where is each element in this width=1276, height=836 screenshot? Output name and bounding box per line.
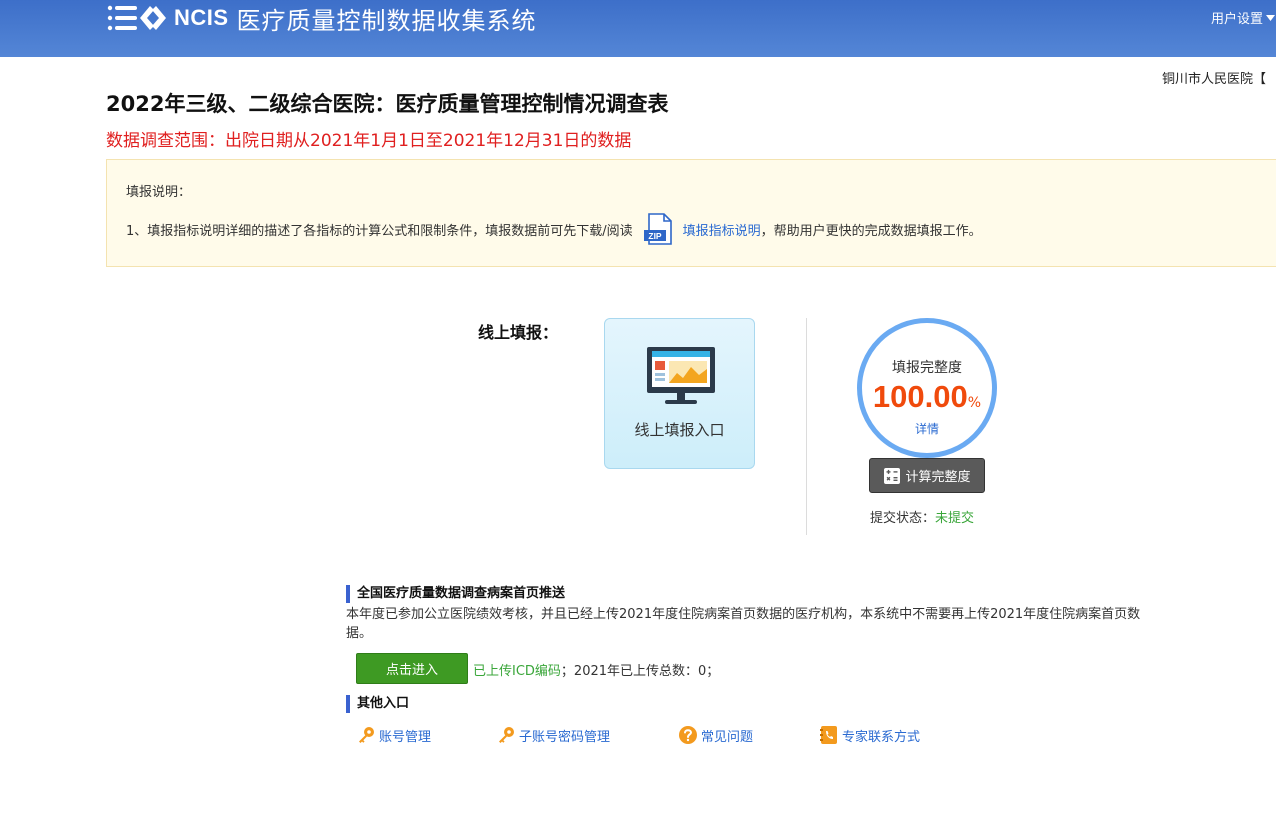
calculate-completeness-label: 计算完整度 (905, 470, 971, 485)
submit-status-value: 未提交 (935, 511, 975, 526)
faq-label: 常见问题 (701, 729, 754, 745)
expert-contact-label: 专家联系方式 (842, 729, 921, 745)
completeness-value: 100.00% (862, 379, 992, 415)
online-entry-label: 线上填报入口 (634, 421, 725, 439)
submit-status-label: 提交状态： (870, 511, 936, 526)
ncis-logo-icon (107, 5, 166, 31)
notice-box: 填报说明： 1、填报指标说明详细的描述了各指标的计算公式和限制条件，填报数据前可… (106, 159, 1276, 267)
completeness-ring: 填报完整度 100.00% 详情 (857, 318, 997, 458)
data-scope: 数据调查范围：出院日期从2021年1月1日至2021年12月31日的数据 (106, 131, 632, 151)
push-section-title: 全国医疗质量数据调查病案首页推送 (346, 585, 565, 603)
calculator-icon (884, 467, 901, 484)
vertical-divider (806, 318, 807, 535)
indicator-guide-link[interactable]: 填报指标说明 (683, 220, 761, 239)
app-logo[interactable]: NCIS 医疗质量控制数据收集系统 (106, 0, 537, 36)
completeness-label: 填报完整度 (892, 360, 962, 376)
chevron-down-icon (1266, 14, 1276, 21)
question-icon (679, 726, 697, 744)
notice-title: 填报说明： (126, 185, 192, 200)
upload-info: 已上传ICD编码；2021年已上传总数：0； (473, 660, 719, 679)
key-icon (499, 727, 514, 743)
completeness-detail-link[interactable]: 详情 (862, 420, 992, 437)
sub-account-password-label: 子账号密码管理 (519, 729, 611, 745)
upload-summary: ；2021年已上传总数：0； (560, 664, 720, 679)
monitor-icon (647, 347, 715, 404)
user-settings-menu[interactable]: 用户设置 (1211, 8, 1276, 27)
online-entry-button[interactable]: 线上填报入口 (604, 318, 755, 469)
expert-contact-link[interactable]: 专家联系方式 (819, 725, 920, 745)
logo-ncis-text: NCIS (174, 5, 229, 30)
push-section-description: 本年度已参加公立医院绩效考核，并且已经上传2021年度住院病案首页数据的医疗机构… (346, 607, 1141, 641)
notice-line: 1、填报指标说明详细的描述了各指标的计算公式和限制条件，填报数据前可先下载/阅读… (126, 213, 982, 245)
top-header: NCIS 医疗质量控制数据收集系统 用户设置 (0, 0, 1276, 57)
completeness-unit: % (967, 395, 982, 411)
account-management-label: 账号管理 (379, 729, 432, 745)
phone-book-icon (820, 726, 837, 744)
faq-link[interactable]: 常见问题 (678, 725, 753, 745)
zip-label: ZIP (648, 231, 662, 241)
notice-line-suffix: ，帮助用户更快的完成数据填报工作。 (760, 223, 982, 239)
other-section-title: 其他入口 (346, 695, 409, 713)
uploaded-icd-link[interactable]: 已上传ICD编码 (473, 664, 561, 679)
page-title: 2022年三级、二级综合医院：医疗质量管理控制情况调查表 (106, 92, 669, 116)
completeness-number: 100.00 (872, 379, 968, 414)
calculate-completeness-button[interactable]: 计算完整度 (869, 458, 985, 493)
online-fill-label: 线上填报： (478, 323, 559, 342)
system-title: 医疗质量控制数据收集系统 (236, 6, 537, 35)
sub-account-password-link[interactable]: 子账号密码管理 (496, 725, 610, 745)
submit-status: 提交状态：未提交 (870, 507, 974, 526)
enter-button[interactable]: 点击进入 (356, 653, 468, 684)
zip-file-icon[interactable]: ZIP (643, 213, 673, 245)
notice-line-prefix: 1、填报指标说明详细的描述了各指标的计算公式和限制条件，填报数据前可先下载/阅读 (126, 223, 633, 239)
user-settings-label: 用户设置 (1211, 12, 1264, 27)
hospital-name: 铜川市人民医院【 (1162, 72, 1267, 87)
account-management-link[interactable]: 账号管理 (356, 725, 431, 745)
key-icon (359, 727, 374, 743)
